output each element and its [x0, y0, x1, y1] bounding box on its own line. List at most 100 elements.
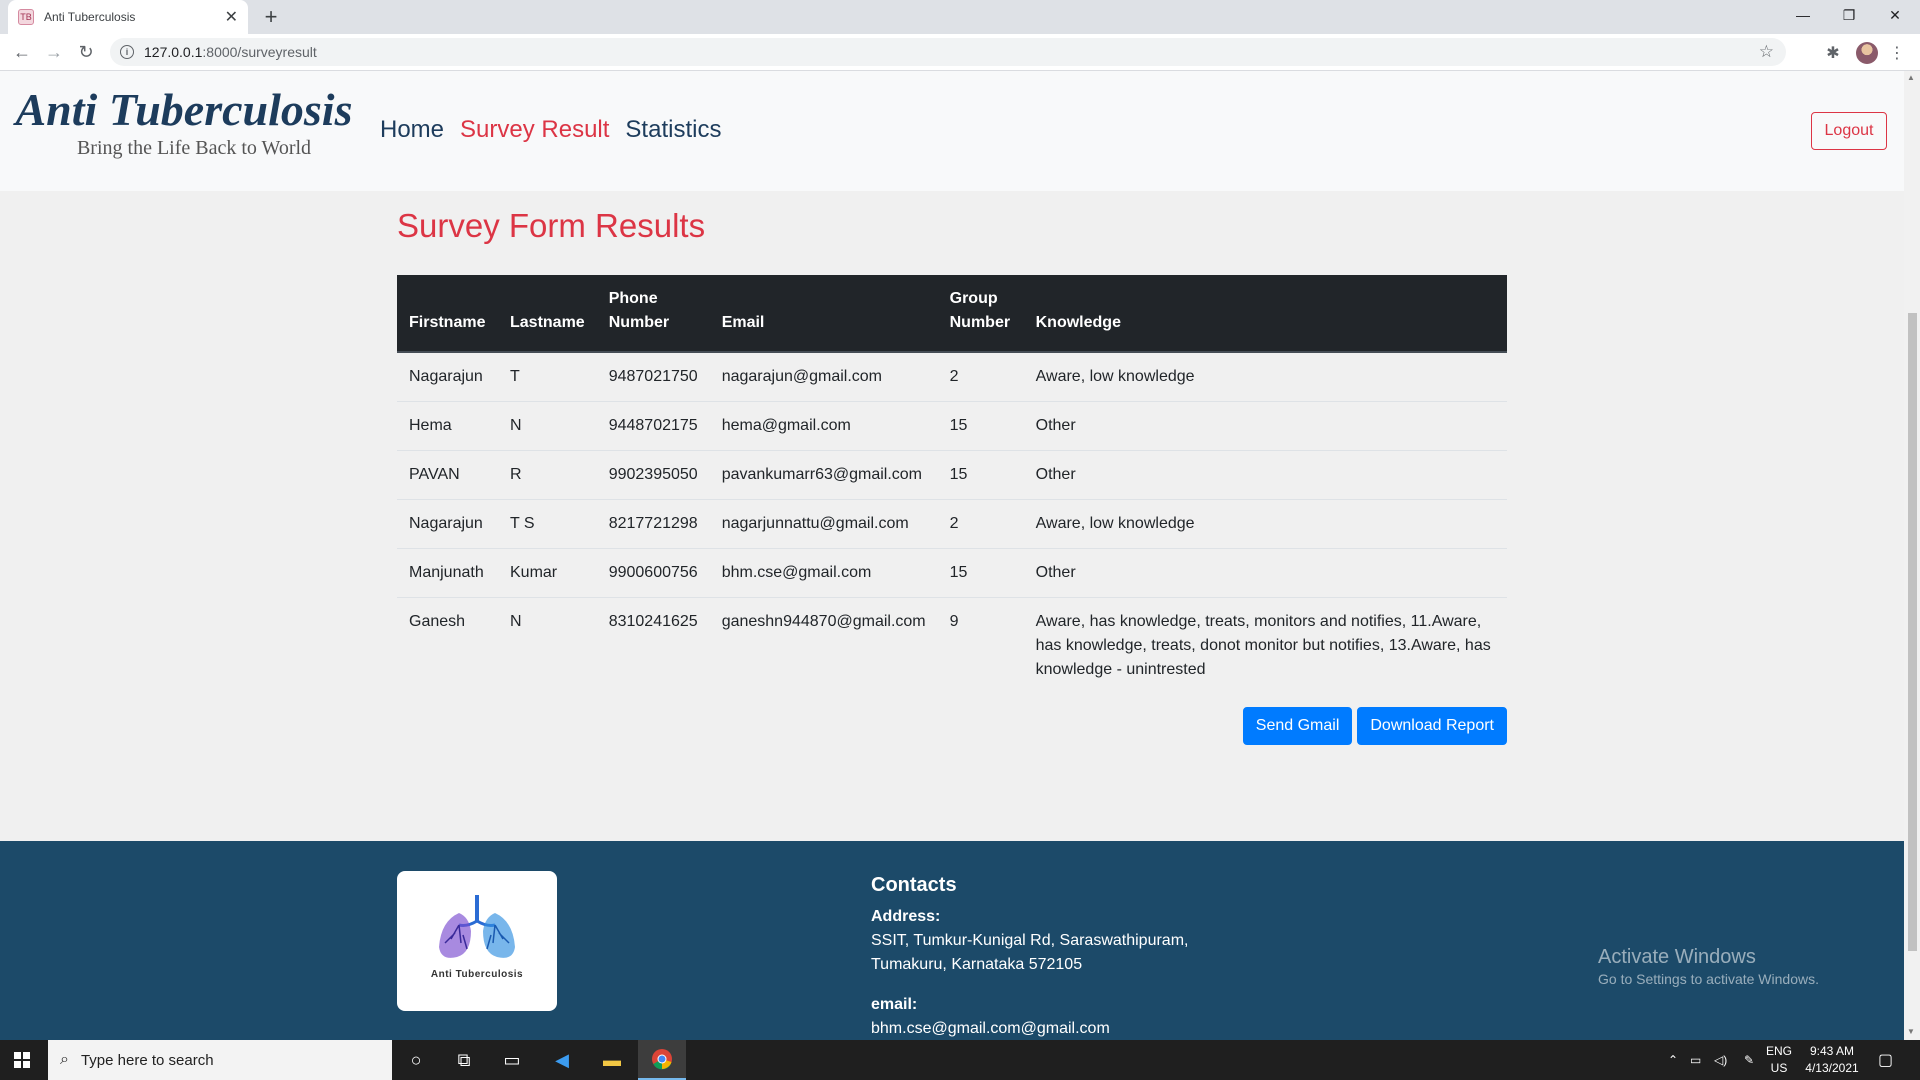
- nav-home[interactable]: Home: [380, 116, 444, 144]
- cell-firstname: Nagarajun: [409, 368, 483, 385]
- network-icon[interactable]: ▭: [1690, 1040, 1701, 1080]
- cell-lastname: T S: [498, 499, 597, 549]
- tray-chevron-icon[interactable]: ⌃: [1668, 1040, 1678, 1080]
- chrome-taskbar-icon[interactable]: [638, 1040, 686, 1080]
- cell-knowledge: Aware, has knowledge, treats, monitors a…: [1023, 597, 1507, 694]
- browser-tab[interactable]: TB Anti Tuberculosis ✕: [8, 0, 248, 34]
- cell-group: 9: [937, 597, 1024, 694]
- col-header-firstname: Firstname: [397, 275, 498, 353]
- bookmark-star-icon[interactable]: ☆: [1759, 42, 1774, 62]
- cell-email: pavankumarr63@gmail.com: [709, 450, 938, 500]
- table-row: Hema N 9448702175 hema@gmail.com 15 Othe…: [397, 401, 1507, 451]
- col-header-group: Group Number: [937, 275, 1024, 353]
- extensions-puzzle-icon[interactable]: ✱: [1822, 42, 1844, 64]
- profile-avatar[interactable]: [1856, 42, 1878, 64]
- table-row: Nagarajun T S 8217721298 nagarjunnattu@g…: [397, 499, 1507, 549]
- cell-group: 2: [949, 368, 959, 385]
- file-explorer-icon[interactable]: ▬: [588, 1040, 636, 1080]
- cell-knowledge: Other: [1023, 401, 1507, 451]
- cell-email: nagarjunnattu@gmail.com: [709, 499, 938, 549]
- clock-date: 4/13/2021: [1805, 1061, 1859, 1075]
- scroll-down-icon[interactable]: ▼: [1907, 1027, 1915, 1036]
- notification-icon[interactable]: ▢: [1878, 1040, 1893, 1080]
- cell-firstname: Hema: [397, 401, 498, 451]
- col-header-lastname: Lastname: [498, 275, 597, 353]
- site-header: Anti Tuberculosis Bring the Life Back to…: [0, 71, 1904, 191]
- col-header-phone: Phone Number: [596, 275, 710, 353]
- tab-close-icon[interactable]: ✕: [225, 7, 238, 27]
- page-title: Survey Form Results: [397, 207, 706, 244]
- cell-lastname: Kumar: [498, 548, 597, 598]
- window-close-icon[interactable]: ✕: [1872, 0, 1918, 30]
- url-host: 127.0.0.1: [144, 44, 203, 60]
- clock-time: 9:43 AM: [1809, 1044, 1855, 1058]
- scroll-up-icon[interactable]: ▲: [1907, 73, 1915, 82]
- minimize-icon[interactable]: —: [1780, 0, 1826, 30]
- cortana-icon[interactable]: ○: [392, 1040, 440, 1080]
- nav-statistics[interactable]: Statistics: [625, 116, 721, 144]
- table-row: Manjunath Kumar 9900600756 bhm.cse@gmail…: [397, 548, 1507, 598]
- pen-icon[interactable]: ✎: [1744, 1040, 1754, 1080]
- action-buttons: Send Gmail Download Report: [397, 707, 1507, 745]
- brand-name: Anti Tuberculosis: [15, 84, 353, 135]
- cell-phone: 9900600756: [596, 548, 710, 598]
- cell-phone: 8310241625: [596, 597, 710, 694]
- email-label: email:: [871, 996, 918, 1013]
- activate-subtitle: Go to Settings to activate Windows.: [1598, 971, 1819, 987]
- cell-email: hema@gmail.com: [709, 401, 938, 451]
- site-footer: Anti Tuberculosis Contacts Address: SSIT…: [0, 841, 1904, 1040]
- lang-code: ENG: [1766, 1044, 1793, 1058]
- cell-lastname: N: [498, 597, 597, 694]
- reload-icon[interactable]: ↻: [72, 38, 100, 66]
- send-gmail-button[interactable]: Send Gmail: [1242, 707, 1353, 745]
- cell-group: 15: [937, 401, 1024, 451]
- cell-phone: 9448702175: [596, 401, 710, 451]
- task-view-icon[interactable]: ⧉: [440, 1040, 488, 1080]
- terminal-icon[interactable]: ▭: [488, 1040, 536, 1080]
- footer-contacts: Contacts Address: SSIT, Tumkur-Kunigal R…: [871, 873, 1188, 1040]
- cell-firstname: Manjunath: [397, 548, 498, 598]
- main-nav: Home Survey Result Statistics: [380, 116, 721, 144]
- site-info-icon[interactable]: i: [120, 45, 134, 59]
- chrome-menu-icon[interactable]: ⋮: [1886, 42, 1908, 64]
- address-line-2: Tumakuru, Karnataka 572105: [871, 956, 1083, 973]
- cell-email: bhm.cse@gmail.com: [709, 548, 938, 598]
- vscode-icon[interactable]: ◀: [538, 1040, 586, 1080]
- restore-icon[interactable]: ❐: [1826, 0, 1872, 30]
- logout-button[interactable]: Logout: [1811, 112, 1887, 150]
- cell-email: ganeshn944870@gmail.com: [709, 597, 938, 694]
- cell-knowledge: Aware, low knowledge: [1035, 368, 1195, 385]
- url-path: :8000/surveyresult: [202, 44, 317, 60]
- footer-logo: Anti Tuberculosis: [397, 871, 557, 1011]
- cell-firstname: Nagarajun: [397, 499, 498, 549]
- nav-survey-result[interactable]: Survey Result: [460, 116, 609, 144]
- cell-phone: 9487021750: [608, 368, 698, 385]
- cell-lastname: R: [498, 450, 597, 500]
- email-value: bhm.cse@gmail.com@gmail.com: [871, 1020, 1110, 1037]
- taskbar-search[interactable]: ⌕ Type here to search: [48, 1040, 392, 1080]
- chrome-logo-icon: [652, 1049, 672, 1070]
- cell-phone: 9902395050: [596, 450, 710, 500]
- col-header-email: Email: [709, 275, 938, 353]
- back-icon[interactable]: ←: [8, 38, 36, 66]
- scrollbar-thumb[interactable]: [1908, 313, 1917, 951]
- input-language[interactable]: ENG US: [1766, 1043, 1792, 1077]
- cell-lastname: N: [498, 401, 597, 451]
- system-clock[interactable]: 9:43 AM 4/13/2021: [1800, 1043, 1864, 1077]
- volume-icon[interactable]: ◁): [1714, 1040, 1727, 1080]
- cell-email: nagarajun@gmail.com: [721, 368, 883, 385]
- table-header-row: Firstname Lastname Phone Number Email Gr…: [397, 275, 1507, 353]
- page-scrollbar[interactable]: ▲ ▼: [1904, 71, 1920, 1040]
- region-code: US: [1770, 1061, 1788, 1075]
- address-bar[interactable]: i 127.0.0.1:8000/surveyresult ☆: [110, 38, 1786, 66]
- download-report-button[interactable]: Download Report: [1357, 707, 1507, 745]
- windows-start-icon[interactable]: [14, 1052, 30, 1068]
- site-brand[interactable]: Anti Tuberculosis Bring the Life Back to…: [14, 85, 354, 160]
- cell-knowledge: Other: [1023, 548, 1507, 598]
- cell-group: 15: [937, 548, 1024, 598]
- forward-icon[interactable]: →: [40, 38, 68, 66]
- activate-windows-watermark: Activate Windows Go to Settings to activ…: [1598, 946, 1819, 987]
- table-row: Ganesh N 8310241625 ganeshn944870@gmail.…: [397, 597, 1507, 694]
- new-tab-icon[interactable]: +: [258, 4, 284, 30]
- brand-tagline: Bring the Life Back to World: [76, 137, 312, 159]
